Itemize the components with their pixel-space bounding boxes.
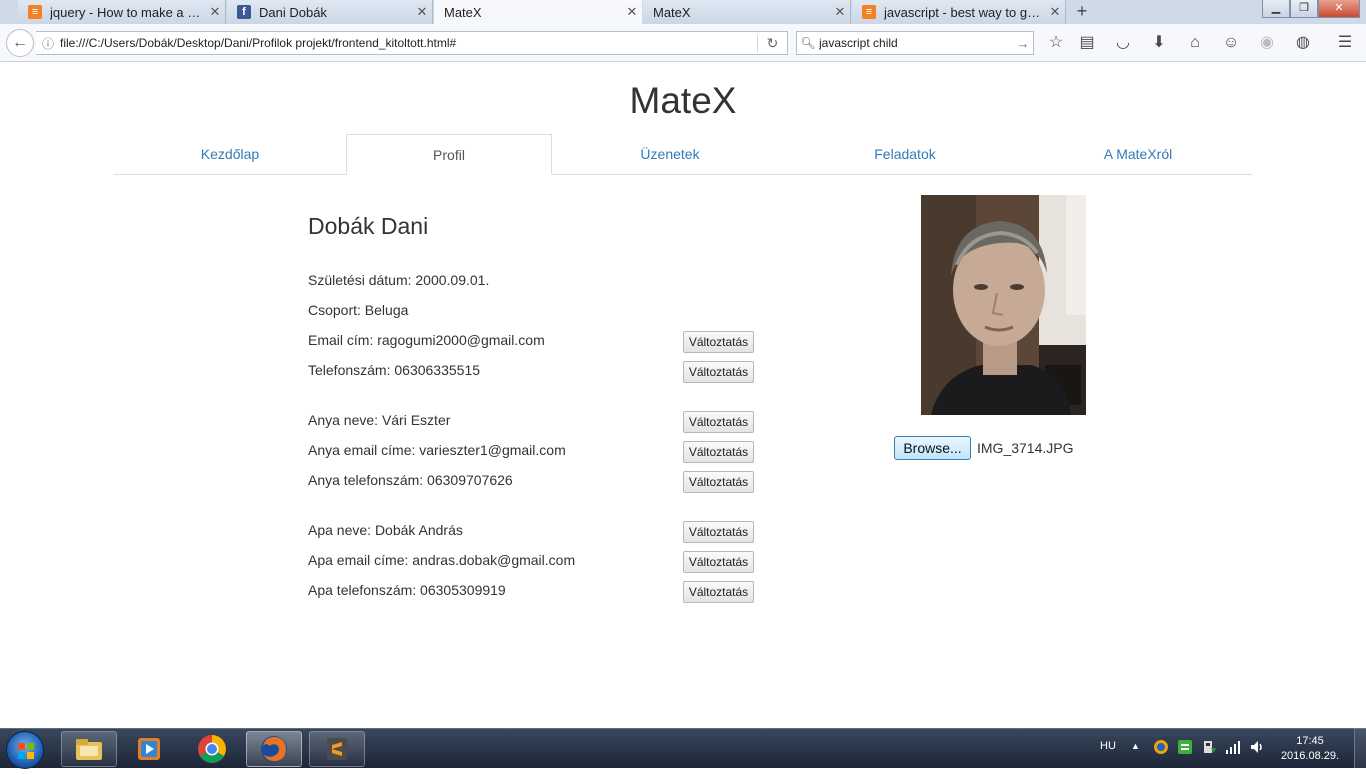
browse-button[interactable]: Browse... bbox=[894, 436, 971, 460]
browser-tab-4[interactable]: MateX ✕ bbox=[643, 0, 851, 24]
stackoverflow-icon: ≡ bbox=[862, 5, 876, 19]
close-icon[interactable]: ✕ bbox=[1045, 4, 1065, 20]
change-father-name-button[interactable]: Változtatás bbox=[683, 521, 754, 543]
site-title: MateX bbox=[629, 80, 737, 121]
media-player-icon bbox=[138, 738, 160, 760]
maximize-button[interactable]: ❐ bbox=[1290, 0, 1318, 18]
search-input[interactable]: javascript child bbox=[819, 36, 1013, 50]
email-text: Email cím: ragogumi2000@gmail.com bbox=[308, 332, 545, 348]
mother-phone-text: Anya telefonszám: 06309707626 bbox=[308, 472, 513, 488]
signal-icon[interactable] bbox=[1225, 739, 1241, 755]
change-phone-button[interactable]: Változtatás bbox=[683, 361, 754, 383]
group-text: Csoport: Beluga bbox=[308, 302, 409, 318]
mother-email-text: Anya email címe: varieszter1@gmail.com bbox=[308, 442, 566, 458]
arrow-left-icon: ← bbox=[12, 34, 28, 51]
browser-tab-3[interactable]: MateX ✕ bbox=[434, 0, 642, 24]
profile-photo bbox=[921, 195, 1086, 415]
change-mother-phone-button[interactable]: Változtatás bbox=[683, 471, 754, 493]
tab-title: jquery - How to make a si... bbox=[50, 4, 205, 20]
browser-tab-bar: ≡ jquery - How to make a si... ✕ f Dani … bbox=[0, 0, 1366, 24]
stackoverflow-icon: ≡ bbox=[28, 5, 42, 19]
show-desktop-button[interactable] bbox=[1354, 728, 1366, 768]
url-text[interactable]: file:///C:/Users/Dobák/Desktop/Dani/Prof… bbox=[60, 36, 757, 50]
selected-file-name: IMG_3714.JPG bbox=[977, 440, 1074, 456]
antivirus-icon[interactable] bbox=[1153, 739, 1169, 755]
change-email-button[interactable]: Változtatás bbox=[683, 331, 754, 353]
change-father-phone-button[interactable]: Változtatás bbox=[683, 581, 754, 603]
safely-remove-hardware-icon[interactable] bbox=[1201, 739, 1217, 755]
close-icon[interactable]: ✕ bbox=[205, 4, 225, 20]
menu-icon[interactable]: ☰ bbox=[1334, 33, 1356, 53]
father-name-text: Apa neve: Dobák András bbox=[308, 522, 463, 538]
windows-logo-icon bbox=[18, 743, 34, 759]
tab-home[interactable]: Kezdőlap bbox=[114, 134, 346, 175]
taskbar-explorer[interactable] bbox=[61, 731, 117, 767]
phone-text: Telefonszám: 06306335515 bbox=[308, 362, 481, 378]
search-icon: 🔍︎ bbox=[800, 36, 816, 50]
browser-navigation-bar: ← ⓘ file:///C:/Users/Dobák/Desktop/Dani/… bbox=[0, 24, 1366, 62]
tab-messages[interactable]: Üzenetek bbox=[552, 134, 788, 175]
download-icon[interactable]: ⬇ bbox=[1148, 33, 1170, 53]
system-clock[interactable]: 17:45 2016.08.29. bbox=[1272, 734, 1348, 764]
close-icon[interactable]: ✕ bbox=[622, 4, 642, 20]
notes-icon[interactable] bbox=[1177, 739, 1193, 755]
tab-title: Dani Dobák bbox=[259, 4, 327, 20]
firefox-icon bbox=[261, 736, 287, 762]
tab-profile[interactable]: Profil bbox=[346, 134, 552, 175]
search-bar[interactable]: 🔍︎ javascript child → bbox=[796, 31, 1034, 55]
birth-date-text: Születési dátum: 2000.09.01. bbox=[308, 272, 490, 288]
taskbar-chrome[interactable] bbox=[184, 731, 240, 767]
taskbar-media-player[interactable] bbox=[121, 731, 177, 767]
start-button[interactable] bbox=[6, 731, 44, 769]
clock-time: 17:45 bbox=[1296, 735, 1324, 747]
clock-date: 2016.08.29. bbox=[1280, 750, 1340, 762]
sync-icon[interactable]: ◉ bbox=[1256, 33, 1278, 53]
browser-tab-5[interactable]: ≡ javascript - best way to get... ✕ bbox=[852, 0, 1066, 24]
tab-tasks[interactable]: Feladatok bbox=[788, 134, 1022, 175]
window-close-button[interactable]: ✕ bbox=[1318, 0, 1360, 18]
mother-name-text: Anya neve: Vári Eszter bbox=[308, 412, 451, 428]
language-indicator[interactable]: HU bbox=[1100, 740, 1116, 752]
address-bar[interactable]: ⓘ file:///C:/Users/Dobák/Desktop/Dani/Pr… bbox=[36, 31, 788, 55]
browser-tab-2[interactable]: f Dani Dobák ✕ bbox=[227, 0, 433, 24]
close-icon[interactable]: ✕ bbox=[830, 4, 850, 20]
tab-title: javascript - best way to get... bbox=[884, 4, 1045, 20]
new-tab-button[interactable]: + bbox=[1068, 0, 1096, 24]
browser-tab-1[interactable]: ≡ jquery - How to make a si... ✕ bbox=[18, 0, 226, 24]
reading-list-icon[interactable]: ▤ bbox=[1076, 33, 1098, 53]
tab-title: MateX bbox=[653, 4, 691, 20]
file-explorer-icon bbox=[76, 739, 102, 760]
info-icon[interactable]: ⓘ bbox=[36, 35, 60, 52]
taskbar-firefox[interactable] bbox=[246, 731, 302, 767]
change-father-email-button[interactable]: Változtatás bbox=[683, 551, 754, 573]
bookmark-star-icon[interactable]: ☆ bbox=[1045, 33, 1067, 53]
tray-expand-icon[interactable]: ▲ bbox=[1131, 741, 1140, 751]
father-email-text: Apa email címe: andras.dobak@gmail.com bbox=[308, 552, 576, 568]
profile-name: Dobák Dani bbox=[308, 213, 429, 239]
chrome-icon bbox=[198, 735, 226, 763]
globe-icon[interactable]: ◍ bbox=[1292, 33, 1314, 53]
change-mother-name-button[interactable]: Változtatás bbox=[683, 411, 754, 433]
father-phone-text: Apa telefonszám: 06305309919 bbox=[308, 582, 506, 598]
arrow-right-icon[interactable]: → bbox=[1013, 36, 1033, 51]
sublime-text-icon bbox=[327, 738, 347, 760]
chat-icon[interactable]: ☺ bbox=[1220, 33, 1242, 53]
minimize-button[interactable]: ▁ bbox=[1262, 0, 1290, 18]
pocket-icon[interactable]: ◡ bbox=[1112, 33, 1134, 53]
back-button[interactable]: ← bbox=[6, 29, 34, 57]
tab-about[interactable]: A MateXról bbox=[1022, 134, 1254, 175]
home-icon[interactable]: ⌂ bbox=[1184, 33, 1206, 53]
facebook-icon: f bbox=[237, 5, 251, 19]
change-mother-email-button[interactable]: Változtatás bbox=[683, 441, 754, 463]
tab-title: MateX bbox=[444, 4, 482, 20]
close-icon[interactable]: ✕ bbox=[412, 4, 432, 20]
reload-icon[interactable]: ↻ bbox=[757, 34, 787, 52]
taskbar-sublime-text[interactable] bbox=[309, 731, 365, 767]
volume-icon[interactable] bbox=[1249, 739, 1265, 755]
